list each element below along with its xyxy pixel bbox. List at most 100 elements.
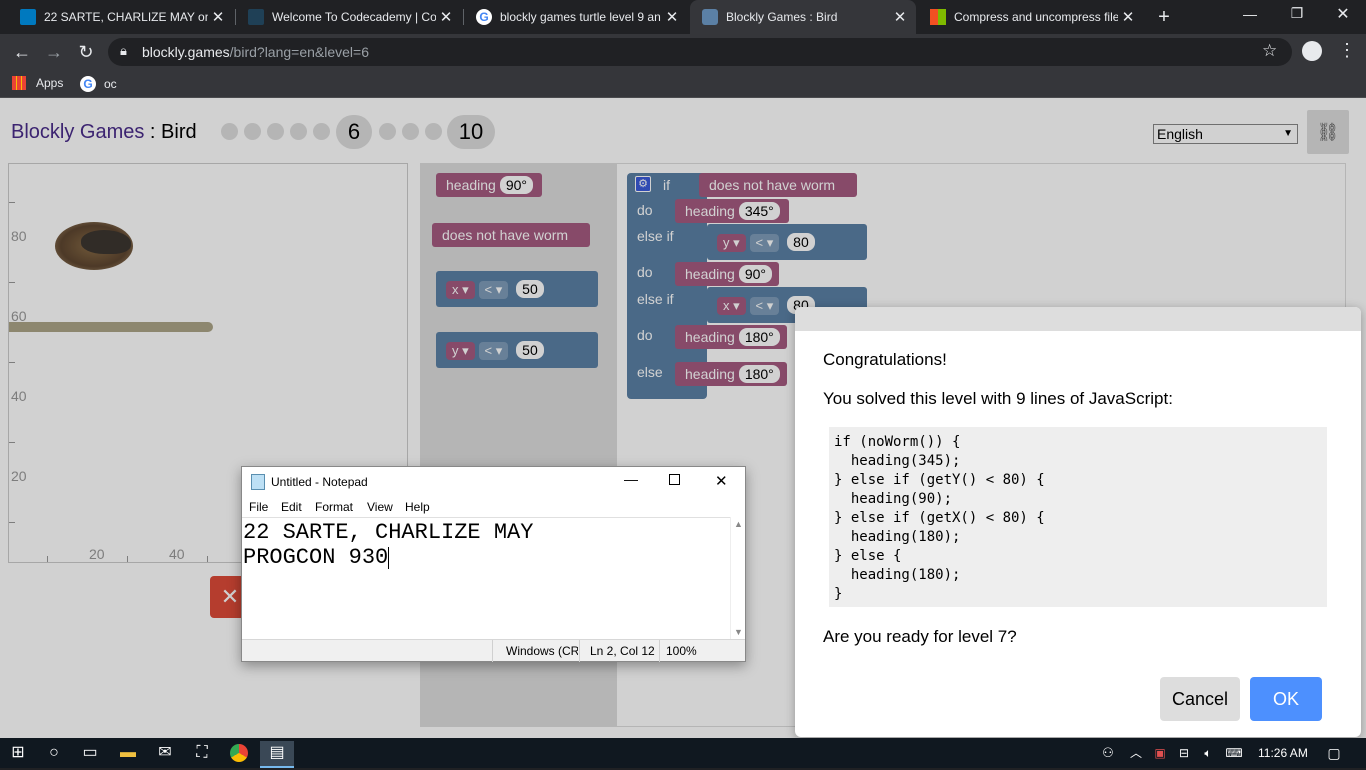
people-icon[interactable]: ⚇ <box>1096 741 1120 765</box>
notepad-window: Untitled - Notepad — ✕ File Edit Format … <box>241 466 746 662</box>
vertical-scrollbar[interactable]: ▲ ▼ <box>730 517 745 639</box>
store-icon[interactable]: ⛶ <box>190 741 214 765</box>
minimize-icon[interactable]: — <box>624 471 638 487</box>
browser-toolbar: ← → ↻ 🔒︎ blockly.games/bird?lang=en&leve… <box>0 34 1366 70</box>
menu-help[interactable]: Help <box>405 500 430 514</box>
window-close-icon[interactable]: ✕ <box>1331 4 1355 24</box>
url-path: /bird?lang=en&level=6 <box>229 44 370 60</box>
notepad-titlebar[interactable]: Untitled - Notepad — ✕ <box>242 467 745 497</box>
windows-start-icon[interactable]: ⊞ <box>6 741 30 765</box>
back-arrow-icon[interactable]: ← <box>10 40 34 64</box>
google-icon: G <box>80 76 96 92</box>
close-icon[interactable]: ✕ <box>1118 8 1138 26</box>
close-icon[interactable]: ✕ <box>662 8 682 26</box>
notepad-text-area[interactable]: 22 SARTE, CHARLIZE MAY PROGCON 930 <box>242 517 730 639</box>
forward-arrow-icon[interactable]: → <box>42 40 66 64</box>
url-text: blockly.games/bird?lang=en&level=6 <box>142 44 369 60</box>
lock-icon: 🔒︎ <box>120 43 127 58</box>
status-divider <box>659 640 660 662</box>
code-line: heading(90); <box>834 491 953 507</box>
code-line: } <box>834 586 843 602</box>
code-block: if (noWorm()) { heading(345); } else if (… <box>829 427 1327 607</box>
tab-label: Compress and uncompress file <box>954 10 1118 24</box>
volume-icon[interactable]: 🔈︎ <box>1196 741 1220 765</box>
code-line: heading(180); <box>834 567 961 583</box>
congratulations-dialog: Congratulations! You solved this level w… <box>795 307 1361 737</box>
ok-button[interactable]: OK <box>1250 677 1322 721</box>
url-host: blockly.games <box>142 44 230 60</box>
bookmark-oc[interactable]: G oc <box>80 76 117 92</box>
google-icon: G <box>476 9 492 25</box>
notifications-icon[interactable]: ▢ <box>1322 741 1346 765</box>
menu-edit[interactable]: Edit <box>281 500 302 514</box>
status-divider <box>492 640 493 662</box>
bookmark-label: oc <box>104 77 117 91</box>
reload-icon[interactable]: ↻ <box>74 40 98 64</box>
bookmark-star-icon[interactable]: ☆ <box>1262 41 1277 61</box>
browser-tab-codecademy[interactable]: Welcome To Codecademy | Co ✕ <box>236 0 462 34</box>
bookmarks-bar: Apps G oc <box>0 70 1366 98</box>
mail-icon[interactable]: ✉ <box>153 741 177 765</box>
browser-tab-google-search[interactable]: G blockly games turtle level 9 an ✕ <box>464 0 688 34</box>
chevron-up-icon[interactable]: ︿ <box>1124 741 1148 765</box>
browser-tab-microsoft[interactable]: Compress and uncompress file ✕ <box>918 0 1144 34</box>
tab-label: Blockly Games : Bird <box>726 10 838 24</box>
dialog-question: Are you ready for level 7? <box>823 627 1017 646</box>
code-line: } else if (getY() < 80) { <box>834 472 1045 488</box>
clock-time[interactable]: 11:26 AM <box>1258 746 1308 760</box>
bookmark-label: Apps <box>36 76 64 90</box>
maximize-icon[interactable] <box>669 474 680 485</box>
bookmark-apps[interactable]: Apps <box>12 76 63 90</box>
code-line: heading(180); <box>834 529 961 545</box>
apps-grid-icon <box>12 76 26 90</box>
browser-tab-strip: 22 SARTE, CHARLIZE MAY on 2 ✕ Welcome To… <box>0 0 1366 34</box>
close-icon[interactable]: ✕ <box>436 8 456 26</box>
notepad-taskbar-icon[interactable]: ▤ <box>260 741 294 768</box>
notepad-statusbar: Windows (CR Ln 2, Col 12 100% <box>242 639 745 662</box>
tab-label: Welcome To Codecademy | Co <box>272 10 436 24</box>
profile-avatar-icon[interactable] <box>1302 41 1322 61</box>
task-view-icon[interactable]: ▭ <box>78 741 102 765</box>
close-icon[interactable]: ✕ <box>715 472 728 490</box>
search-icon[interactable]: ○ <box>42 741 66 765</box>
codecademy-icon <box>248 9 264 25</box>
address-bar[interactable]: 🔒︎ blockly.games/bird?lang=en&level=6 ☆ <box>108 38 1292 66</box>
blockly-icon <box>702 9 718 25</box>
scroll-down-icon[interactable]: ▼ <box>734 627 743 637</box>
code-line: if (noWorm()) { <box>834 434 961 450</box>
new-tab-button[interactable]: + <box>1152 5 1176 29</box>
cancel-button[interactable]: Cancel <box>1160 677 1240 721</box>
dialog-titlebar[interactable] <box>795 307 1361 331</box>
restore-icon[interactable]: ❐ <box>1285 5 1309 22</box>
browser-tab-trello[interactable]: 22 SARTE, CHARLIZE MAY on 2 ✕ <box>8 0 234 34</box>
close-icon[interactable]: ✕ <box>890 8 910 26</box>
close-icon[interactable]: ✕ <box>208 8 228 26</box>
dialog-message: You solved this level with 9 lines of Ja… <box>823 389 1173 408</box>
minimize-icon[interactable]: — <box>1238 6 1262 22</box>
text-line: 22 SARTE, CHARLIZE MAY <box>243 520 534 545</box>
status-position: Ln 2, Col 12 <box>590 644 655 658</box>
browser-tab-blockly-bird[interactable]: Blockly Games : Bird ✕ <box>690 0 916 34</box>
tab-label: 22 SARTE, CHARLIZE MAY on 2 <box>44 10 208 24</box>
notepad-menubar: File Edit Format View Help <box>242 497 745 517</box>
status-encoding: Windows (CR <box>506 644 578 658</box>
chrome-icon[interactable] <box>227 741 251 765</box>
windows-taskbar: ⊞ ○ ▭ ▬ ✉ ⛶ ▤ ⚇ ︿ ▣ ⊟ 🔈︎ ⌨ 11:26 AM ▢ <box>0 738 1366 768</box>
code-line: } else if (getX() < 80) { <box>834 510 1045 526</box>
microsoft-icon <box>930 9 946 25</box>
security-icon[interactable]: ▣ <box>1148 741 1172 765</box>
network-icon[interactable]: ⊟ <box>1172 741 1196 765</box>
text-line: PROGCON 930 <box>243 545 389 570</box>
menu-view[interactable]: View <box>367 500 393 514</box>
trello-icon <box>20 9 36 25</box>
menu-file[interactable]: File <box>249 500 268 514</box>
text-cursor <box>388 547 390 569</box>
menu-format[interactable]: Format <box>315 500 353 514</box>
code-line: heading(345); <box>834 453 961 469</box>
status-zoom: 100% <box>666 644 697 658</box>
tab-label: blockly games turtle level 9 an <box>500 10 661 24</box>
keyboard-icon[interactable]: ⌨ <box>1222 741 1246 765</box>
scroll-up-icon[interactable]: ▲ <box>734 519 743 529</box>
menu-kebab-icon[interactable]: ⋮ <box>1338 40 1356 61</box>
file-explorer-icon[interactable]: ▬ <box>116 741 140 765</box>
